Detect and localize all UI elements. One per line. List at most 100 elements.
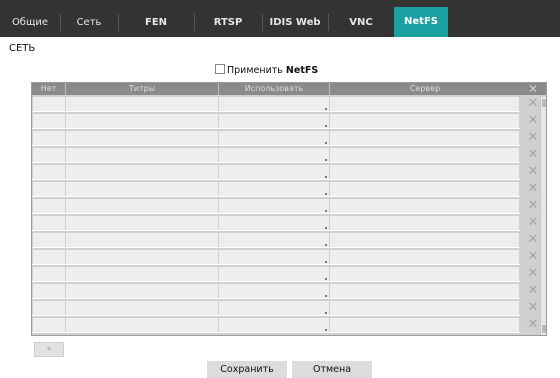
cell-titles[interactable] (66, 267, 218, 281)
cancel-button[interactable]: Отмена (292, 361, 372, 378)
table-row[interactable] (32, 215, 520, 231)
netfs-table: Нет Титры Использовать Сервер ✕ ✕ ✕ ✕ ✕ ✕ ✕ ✕ ✕… (31, 82, 547, 336)
column-header-server: Сервер (409, 84, 441, 93)
tab-network[interactable]: Сеть (60, 8, 119, 37)
cell-number (33, 267, 65, 281)
cell-number (33, 97, 65, 111)
tab-idis-web[interactable]: IDIS Web (262, 8, 329, 37)
cell-use[interactable] (219, 250, 329, 264)
cell-number (33, 301, 65, 315)
cell-titles[interactable] (66, 97, 218, 111)
table-row[interactable] (32, 232, 520, 248)
cell-use[interactable] (219, 318, 329, 332)
cell-server[interactable] (330, 114, 519, 128)
cell-server[interactable] (330, 97, 519, 111)
table-header: Нет Титры Использовать Сервер ✕ (32, 83, 546, 95)
cell-use[interactable] (219, 165, 329, 179)
cell-server[interactable] (330, 267, 519, 281)
tab-general[interactable]: Общие (0, 8, 61, 37)
cell-server[interactable] (330, 301, 519, 315)
cell-number (33, 318, 65, 332)
tab-bar: Общие Сеть FEN RTSP IDIS Web VNC NetFS (0, 0, 560, 37)
table-row[interactable] (32, 283, 520, 299)
cell-server[interactable] (330, 199, 519, 213)
checkbox-box[interactable] (215, 64, 225, 74)
table-scrollbar[interactable] (540, 97, 546, 335)
cell-number (33, 131, 65, 145)
cell-server[interactable] (330, 131, 519, 145)
tab-vnc[interactable]: VNC (328, 8, 394, 37)
dropdown-indicator-icon (325, 210, 327, 212)
dropdown-indicator-icon (325, 312, 327, 314)
cell-server[interactable] (330, 148, 519, 162)
cell-titles[interactable] (66, 233, 218, 247)
cell-titles[interactable] (66, 250, 218, 264)
cell-server[interactable] (330, 165, 519, 179)
cell-number (33, 182, 65, 196)
table-row[interactable] (32, 181, 520, 197)
cell-number (33, 165, 65, 179)
dropdown-indicator-icon (325, 159, 327, 161)
cell-use[interactable] (219, 284, 329, 298)
cell-titles[interactable] (66, 199, 218, 213)
cell-use[interactable] (219, 114, 329, 128)
table-row[interactable] (32, 317, 520, 333)
table-row[interactable] (32, 249, 520, 265)
dropdown-indicator-icon (325, 227, 327, 229)
table-row[interactable] (32, 130, 520, 146)
cell-use[interactable] (219, 131, 329, 145)
cell-use[interactable] (219, 148, 329, 162)
cell-titles[interactable] (66, 114, 218, 128)
dropdown-indicator-icon (325, 329, 327, 331)
cell-titles[interactable] (66, 131, 218, 145)
apply-netfs-checkbox[interactable]: Применить NetFS (215, 64, 318, 76)
dropdown-indicator-icon (325, 244, 327, 246)
delete-all-icon[interactable]: ✕ (520, 83, 546, 95)
dropdown-indicator-icon (325, 142, 327, 144)
tab-netfs[interactable]: NetFS (394, 7, 448, 37)
cell-number (33, 284, 65, 298)
cell-use[interactable] (219, 233, 329, 247)
cell-number (33, 233, 65, 247)
table-row[interactable] (32, 147, 520, 163)
tab-fen[interactable]: FEN (118, 8, 195, 37)
cell-use[interactable] (219, 301, 329, 315)
table-row[interactable] (32, 164, 520, 180)
table-row[interactable] (32, 300, 520, 316)
cell-titles[interactable] (66, 301, 218, 315)
cell-number (33, 199, 65, 213)
cell-titles[interactable] (66, 284, 218, 298)
cell-titles[interactable] (66, 182, 218, 196)
column-header-use: Использовать (244, 84, 304, 93)
dropdown-indicator-icon (325, 176, 327, 178)
tab-rtsp[interactable]: RTSP (194, 8, 263, 37)
cell-titles[interactable] (66, 216, 218, 230)
cell-titles[interactable] (66, 318, 218, 332)
cell-use[interactable] (219, 216, 329, 230)
add-row-button[interactable]: + (34, 342, 64, 357)
dropdown-indicator-icon (325, 278, 327, 280)
cell-use[interactable] (219, 97, 329, 111)
dropdown-indicator-icon (325, 125, 327, 127)
cell-server[interactable] (330, 284, 519, 298)
apply-label-bold: NetFS (285, 65, 319, 76)
cell-server[interactable] (330, 318, 519, 332)
table-row[interactable] (32, 266, 520, 282)
cell-number (33, 148, 65, 162)
cell-server[interactable] (330, 216, 519, 230)
cell-server[interactable] (330, 182, 519, 196)
dropdown-indicator-icon (325, 261, 327, 263)
cell-use[interactable] (219, 182, 329, 196)
cell-titles[interactable] (66, 165, 218, 179)
cell-server[interactable] (330, 250, 519, 264)
dropdown-indicator-icon (325, 108, 327, 110)
table-row[interactable] (32, 113, 520, 129)
cell-server[interactable] (330, 233, 519, 247)
cell-use[interactable] (219, 199, 329, 213)
table-row[interactable] (32, 198, 520, 214)
table-row[interactable] (32, 96, 520, 112)
save-button[interactable]: Сохранить (207, 361, 287, 378)
column-header-titles: Титры (128, 84, 156, 93)
cell-use[interactable] (219, 267, 329, 281)
cell-titles[interactable] (66, 148, 218, 162)
